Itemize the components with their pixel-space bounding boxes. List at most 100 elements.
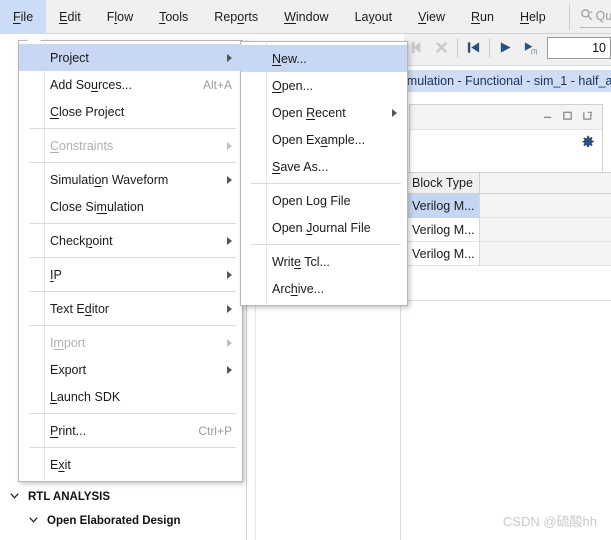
menubar-item-layout[interactable]: Layout <box>342 0 406 34</box>
menubar-item-file[interactable]: File <box>0 0 47 34</box>
menu-item-label: Open... <box>272 78 314 93</box>
menu-separator <box>29 325 236 326</box>
file-menu-item-simulation-waveform[interactable]: Simulation Waveform <box>19 166 242 193</box>
menubar-label-run-mn: R <box>471 9 481 24</box>
menu-separator <box>29 257 236 258</box>
menu-item-label: Archive... <box>272 281 325 296</box>
project-menu-item-open-example[interactable]: Open Example... <box>241 126 407 153</box>
menu-item-label: Print... <box>50 423 87 438</box>
project-menu-item-open-log-file[interactable]: Open Log File <box>241 187 407 214</box>
flow-nav-item-open-elaborated-design[interactable]: Open Elaborated Design <box>0 509 246 533</box>
menubar-item-view[interactable]: View <box>405 0 458 34</box>
menubar-label-window-mn: W <box>284 9 296 24</box>
toolbar-separator <box>457 37 458 58</box>
menu-item-label: Close Simulation <box>50 199 144 214</box>
reset-simulation-icon[interactable] <box>429 30 454 66</box>
column-header-block-type[interactable]: Block Type <box>404 172 480 194</box>
simulation-tab-label: imulation - Functional - sim_1 - half_a <box>404 74 611 88</box>
chevron-right-icon <box>392 108 397 117</box>
file-menu-item-export[interactable]: Export <box>19 356 242 383</box>
minimize-icon[interactable] <box>542 110 553 124</box>
run-all-icon[interactable] <box>493 30 518 66</box>
menu-item-label: Open Example... <box>272 132 366 147</box>
project-menu-item-open[interactable]: Open... <box>241 72 407 99</box>
float-icon[interactable] <box>582 110 593 124</box>
file-menu-item-print[interactable]: Print... Ctrl+P <box>19 417 242 444</box>
menubar-label-view: iew <box>426 9 445 24</box>
chevron-right-icon <box>227 365 232 374</box>
menubar-label-reports-b: rts <box>244 9 259 24</box>
menubar-item-run[interactable]: Run <box>458 0 507 34</box>
table-row[interactable]: Verilog M... <box>404 217 611 242</box>
file-menu-item-ip[interactable]: IP <box>19 261 242 288</box>
menu-item-label: IP <box>50 267 62 282</box>
gear-icon[interactable] <box>581 135 595 152</box>
project-menu-item-write-tcl[interactable]: Write Tcl... <box>241 248 407 275</box>
cell-block-type: Verilog M... <box>404 217 480 242</box>
project-menu-item-open-journal-file[interactable]: Open Journal File <box>241 214 407 241</box>
menubar-label-edit-mn: E <box>59 9 68 24</box>
maximize-icon[interactable] <box>562 110 573 124</box>
menu-item-label: Constraints <box>50 138 114 153</box>
table-row[interactable]: Verilog M... <box>404 241 611 266</box>
cell-block-type: Verilog M... <box>404 241 480 266</box>
menu-separator <box>29 413 236 414</box>
file-menu-item-close-simulation[interactable]: Close Simulation <box>19 193 242 220</box>
project-menu-item-open-recent[interactable]: Open Recent <box>241 99 407 126</box>
block-type-table: Block Type Verilog M... Verilog M... Ver… <box>404 172 611 272</box>
flow-navigator: RTL ANALYSIS Open Elaborated Design <box>0 485 246 540</box>
table-row[interactable]: Verilog M... <box>404 193 611 218</box>
chevron-right-icon <box>227 270 232 279</box>
application-window: (T) 10 imulation - Functional - sim_1 - … <box>0 0 611 540</box>
chevron-right-icon <box>227 53 232 62</box>
simulation-tab-title[interactable]: imulation - Functional - sim_1 - half_a <box>404 70 611 92</box>
menu-separator <box>29 291 236 292</box>
menubar-item-edit[interactable]: Edit <box>46 0 94 34</box>
file-menu-item-add-sources[interactable]: Add Sources... Alt+A <box>19 71 242 98</box>
file-menu-item-launch-sdk[interactable]: Launch SDK <box>19 383 242 410</box>
menu-item-label: Launch SDK <box>50 389 121 404</box>
menu-item-label: Open Journal File <box>272 220 371 235</box>
menubar-label-layout-b: out <box>374 9 393 24</box>
file-menu-item-exit[interactable]: Exit <box>19 451 242 478</box>
project-menu-item-new[interactable]: New... <box>241 45 407 72</box>
run-time-input[interactable]: 10 <box>546 36 611 59</box>
project-menu-item-archive[interactable]: Archive... <box>241 275 407 302</box>
flow-nav-item-rtl-analysis[interactable]: RTL ANALYSIS <box>0 485 246 509</box>
menu-item-label: Add Sources... <box>50 77 133 92</box>
menu-item-label: New... <box>272 51 307 66</box>
table-header-filler <box>480 173 611 193</box>
project-menu-item-save-as[interactable]: Save As... <box>241 153 407 180</box>
file-menu-item-checkpoint[interactable]: Checkpoint <box>19 227 242 254</box>
search-icon <box>580 8 593 24</box>
row-filler <box>480 242 611 265</box>
menu-separator <box>29 223 236 224</box>
restart-simulation-icon[interactable] <box>461 30 486 66</box>
menubar-item-tools[interactable]: Tools <box>146 0 201 34</box>
menu-item-label: Import <box>50 335 86 350</box>
watermark: CSDN @硫酸hh <box>502 514 597 529</box>
menubar-label-tools: ools <box>165 9 189 24</box>
menu-bar: File Edit Flow Tools Reports Window Layo… <box>0 0 611 34</box>
search-input[interactable]: Quick Ac <box>579 6 611 28</box>
menu-item-shortcut: Alt+A <box>202 77 232 92</box>
menubar-item-reports[interactable]: Reports <box>201 0 271 34</box>
menubar-label-layout-a: La <box>354 9 369 24</box>
menubar-item-window[interactable]: Window <box>271 0 341 34</box>
menu-item-label: Checkpoint <box>50 233 113 248</box>
menubar-item-flow[interactable]: Flow <box>94 0 146 34</box>
file-menu-item-constraints: Constraints <box>19 132 242 159</box>
simulation-toolbar: (T) 10 <box>404 30 611 66</box>
menubar-label-help-mn: H <box>519 9 529 24</box>
run-for-time-icon[interactable]: (T) <box>518 30 543 66</box>
file-menu-item-close-project[interactable]: Close Project <box>19 98 242 125</box>
run-time-value: 10 <box>592 40 606 55</box>
menu-pointer-notch <box>27 34 41 41</box>
menubar-item-help[interactable]: Help <box>507 0 559 34</box>
file-menu-item-project[interactable]: Project <box>19 44 242 71</box>
menu-item-label: Export <box>50 362 87 377</box>
row-filler <box>480 194 611 217</box>
menu-item-label: Write Tcl... <box>272 254 330 269</box>
cell-block-type: Verilog M... <box>404 193 480 218</box>
file-menu-item-text-editor[interactable]: Text Editor <box>19 295 242 322</box>
